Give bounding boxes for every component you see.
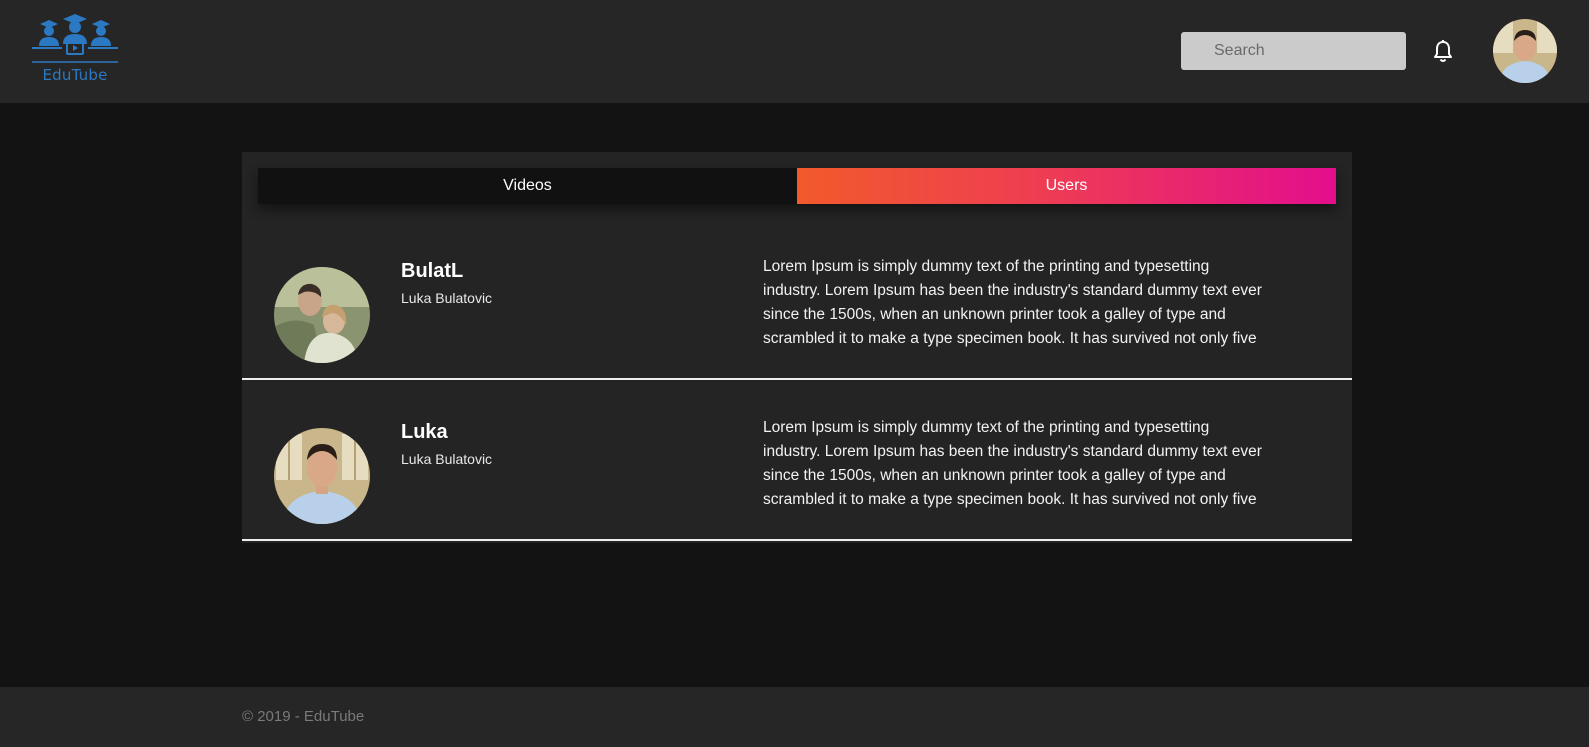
user-full-name: Luka Bulatovic [401, 290, 493, 306]
page-footer: © 2019 - EduTube [0, 687, 1589, 747]
user-username[interactable]: BulatL [401, 260, 463, 283]
user-full-name: Luka Bulatovic [401, 451, 493, 467]
result-tabs: Videos Users [258, 168, 1336, 204]
user-list-item[interactable]: BulatL Luka Bulatovic Lorem Ipsum is sim… [242, 219, 1352, 380]
user-bio: Lorem Ipsum is simply dummy text of the … [763, 419, 1262, 508]
students-logo-icon [32, 14, 118, 63]
top-header: EduTube [0, 0, 1589, 103]
search-input[interactable] [1181, 32, 1406, 70]
user-username[interactable]: Luka [401, 421, 448, 444]
edutube-logo[interactable]: EduTube [32, 14, 118, 88]
user-avatar[interactable] [274, 267, 370, 363]
user-bio: Lorem Ipsum is simply dummy text of the … [763, 258, 1262, 347]
user-avatar[interactable] [1493, 19, 1557, 83]
bell-icon[interactable] [1432, 40, 1454, 64]
user-list-item[interactable]: Luka Luka Bulatovic Lorem Ipsum is simpl… [242, 380, 1352, 541]
tab-users[interactable]: Users [797, 168, 1336, 204]
footer-copyright: © 2019 - EduTube [242, 708, 365, 725]
tab-videos[interactable]: Videos [258, 168, 797, 204]
search-results-card: Videos Users BulatL Luka Bulatovic Lorem… [242, 152, 1352, 543]
user-avatar[interactable] [274, 428, 370, 524]
logo-text: EduTube [42, 66, 108, 84]
